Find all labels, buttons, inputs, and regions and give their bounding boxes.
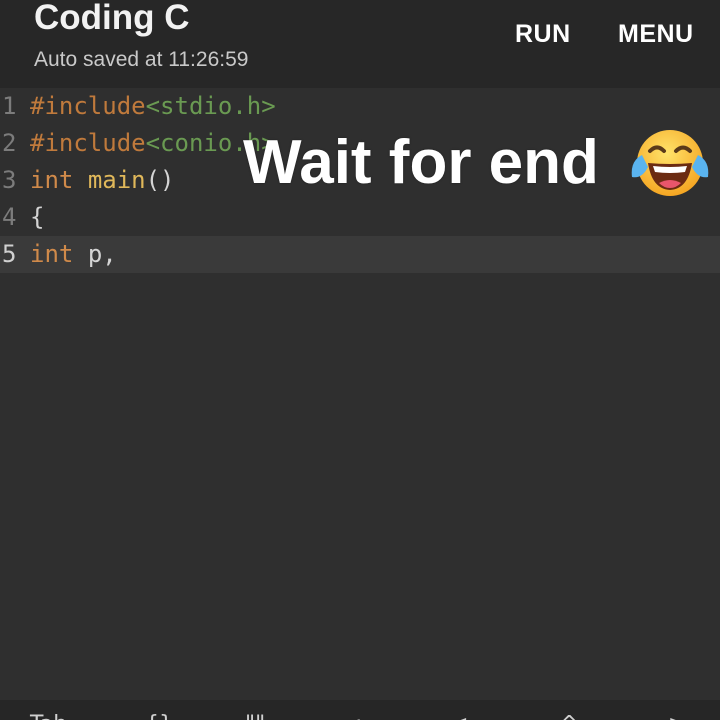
tab-key[interactable]: Tab <box>30 712 67 720</box>
meme-caption: Wait for end <box>243 128 599 197</box>
autosave-status: Auto saved at 11:26:59 <box>34 48 249 71</box>
type-keyword: int <box>30 166 74 194</box>
app-title: Coding C <box>34 0 190 37</box>
run-button[interactable]: RUN <box>515 20 571 49</box>
code-line[interactable]: 1 #include<stdio.h> <box>0 88 720 125</box>
type-keyword: int <box>30 240 74 268</box>
quotes-key[interactable]: "" <box>245 712 265 720</box>
code-text[interactable]: { <box>30 199 44 236</box>
parens-token: () <box>145 166 175 194</box>
code-text[interactable]: int main() <box>30 162 175 199</box>
header-token: <stdio.h> <box>145 92 276 120</box>
preprocessor-token: #include <box>30 92 146 120</box>
right-arrow-key[interactable]: > <box>668 712 686 720</box>
identifier-token: p, <box>87 240 117 268</box>
function-name: main <box>87 166 146 194</box>
code-line[interactable]: 4 { <box>0 199 720 236</box>
up-arrow-key[interactable]: ^ <box>560 712 578 720</box>
semicolon-key[interactable]: ; <box>355 712 362 720</box>
brace-token: { <box>30 203 45 231</box>
braces-key[interactable]: {} <box>145 712 173 720</box>
line-number: 5 <box>2 240 17 268</box>
line-number: 4 <box>2 203 17 231</box>
face-with-tears-of-joy-icon <box>631 130 709 196</box>
preprocessor-token: #include <box>30 129 146 157</box>
line-number: 3 <box>2 166 17 194</box>
menu-button[interactable]: MENU <box>618 20 694 49</box>
code-text[interactable]: #include<stdio.h> <box>30 88 276 125</box>
code-line-active[interactable]: 5 int p, <box>0 236 720 273</box>
line-number: 2 <box>2 129 17 157</box>
app-bar: Coding C Auto saved at 11:26:59 RUN MENU <box>0 0 720 88</box>
code-text[interactable]: #include<conio.h> <box>30 125 276 162</box>
line-number: 1 <box>2 92 17 120</box>
code-text[interactable]: int p, <box>30 236 117 273</box>
extra-keys-bar: Tab {} "" ; < ^ > <box>0 700 720 720</box>
left-arrow-key[interactable]: < <box>450 712 468 720</box>
